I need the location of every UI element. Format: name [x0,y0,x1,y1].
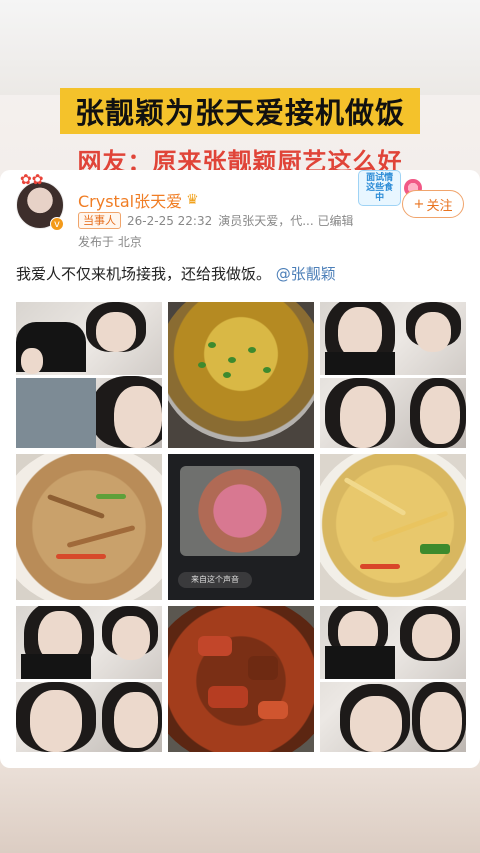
avatar-decoration-icon: ✿✿ [20,172,44,188]
post-location: 发布于 北京 [78,235,142,249]
sticker-text: 面试情 这些食中 [358,170,402,206]
status-badge: 当事人 [78,212,121,229]
photo-selfie-4[interactable] [320,606,466,752]
plus-icon: + [413,196,425,212]
photo-selfie-1[interactable] [16,302,162,448]
bottom-background [0,768,480,853]
post-source: 演员张天爱，代... 已编辑 [218,214,354,228]
photo-noodles[interactable] [16,454,162,600]
photo-potato-strips[interactable] [320,454,466,600]
headline-banner: 张靓颖为张天爱接机做饭 [60,88,420,134]
username[interactable]: Crystal张天爱 ♛ [78,188,199,212]
photo-hot-pot[interactable] [168,302,314,448]
post-text: 我爱人不仅来机场接我，还给我做饭。 @张靓颖 [16,263,336,284]
crown-icon: ♛ [186,192,199,208]
fish-comment: 来自这个声音 [178,572,252,588]
follow-button[interactable]: + 关注 [402,190,464,218]
fish-bowl-image [180,466,300,556]
photo-selfie-2[interactable] [320,302,466,448]
top-background [0,0,480,95]
verified-icon: v [50,217,64,231]
username-text[interactable]: Crystal张天爱 [78,188,182,212]
post-meta: 当事人 26-2-25 22:32 演员张天爱，代... 已编辑 [78,212,354,229]
photo-selfie-3[interactable] [16,606,162,752]
post-timestamp: 26-2-25 22:32 [127,213,213,228]
photo-fish-screenshot[interactable]: 来自这个声音 [168,454,314,600]
photo-grid: 来自这个声音 [16,302,466,754]
mention-link[interactable]: @张靓颖 [276,265,336,283]
follow-label: 关注 [426,198,453,214]
post-body: 我爱人不仅来机场接我，还给我做饭。 [16,265,272,283]
photo-braised-ribs[interactable] [168,606,314,752]
